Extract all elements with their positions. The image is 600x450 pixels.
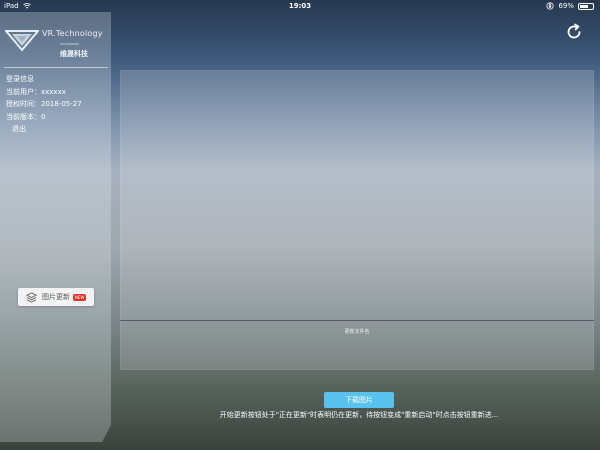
new-badge: NEW (73, 293, 87, 301)
sidebar-divider (4, 67, 108, 68)
image-update-label: 图片更新 (42, 293, 70, 301)
refresh-icon[interactable] (564, 22, 584, 42)
image-preview-panel: 更新文件名 (120, 70, 594, 370)
orientation-lock-icon (546, 2, 555, 10)
download-images-button[interactable]: 下载图片 (324, 392, 394, 408)
layers-icon (26, 291, 37, 303)
logout-link[interactable]: 退出 (6, 123, 82, 136)
status-bar-right: 69% (546, 0, 594, 12)
auth-time-row: 授权时间：2018-05-27 (6, 98, 82, 111)
status-time: 19:03 (288, 2, 312, 10)
logo-title: VR.Technology (42, 29, 103, 38)
logo-mark-icon (5, 30, 39, 52)
current-user-value: xxxxxx (41, 87, 66, 96)
login-info: 登录信息 当前用户：xxxxxx 授权时间：2018-05-27 当前版本：0 … (6, 73, 82, 136)
sidebar: VR.Technology CHUANGWEI 维晟科技 登录信息 当前用户：x… (0, 12, 111, 442)
auth-time-value: 2018-05-27 (41, 100, 82, 108)
logo-name-cn: 维晟科技 (60, 50, 88, 58)
login-info-header: 登录信息 (6, 75, 34, 83)
auth-time-label: 授权时间： (6, 100, 41, 108)
panel-divider (120, 320, 594, 321)
update-hint-text: 开始更新按钮处于"正在更新"时表明仍在更新，待按钮变成"重新启动"时点击按钮重新… (219, 411, 499, 419)
current-user-row: 当前用户：xxxxxx (6, 86, 82, 99)
current-user-label: 当前用户： (6, 87, 41, 96)
version-value: 0 (41, 112, 46, 121)
battery-percent: 69% (558, 2, 574, 10)
version-label: 当前版本： (6, 112, 41, 121)
status-bar: iPad 19:03 69% (0, 0, 600, 12)
battery-icon (578, 2, 594, 10)
version-row: 当前版本：0 (6, 111, 82, 124)
company-logo: VR.Technology CHUANGWEI 维晟科技 (5, 26, 105, 58)
update-file-name: 更新文件名 (344, 329, 370, 335)
battery-fill (580, 4, 589, 8)
logo-subtitle: CHUANGWEI (60, 42, 79, 46)
image-update-button[interactable]: 图片更新 NEW (18, 288, 94, 306)
